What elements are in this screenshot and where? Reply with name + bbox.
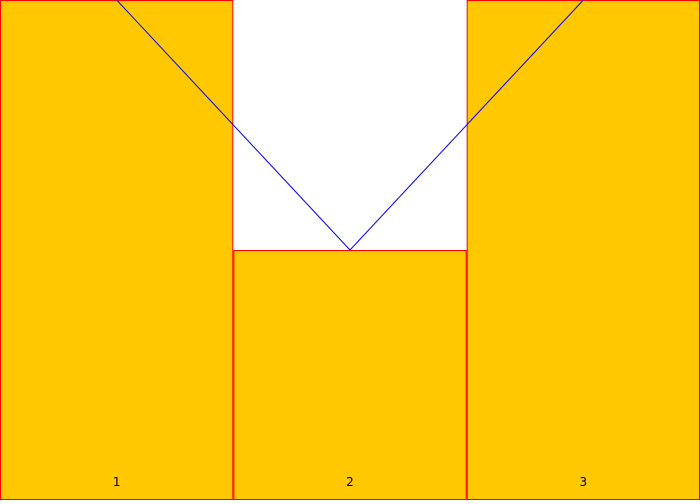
category-label-1: 1 xyxy=(113,475,121,489)
category-label-2: 2 xyxy=(346,475,354,489)
bar-1 xyxy=(0,0,234,500)
bar-line-chart: 1 2 3 xyxy=(0,0,700,500)
bar-2 xyxy=(233,250,467,500)
chart-container: 1 2 3 xyxy=(0,0,700,500)
bar-3 xyxy=(466,0,700,500)
category-label-3: 3 xyxy=(580,475,588,489)
